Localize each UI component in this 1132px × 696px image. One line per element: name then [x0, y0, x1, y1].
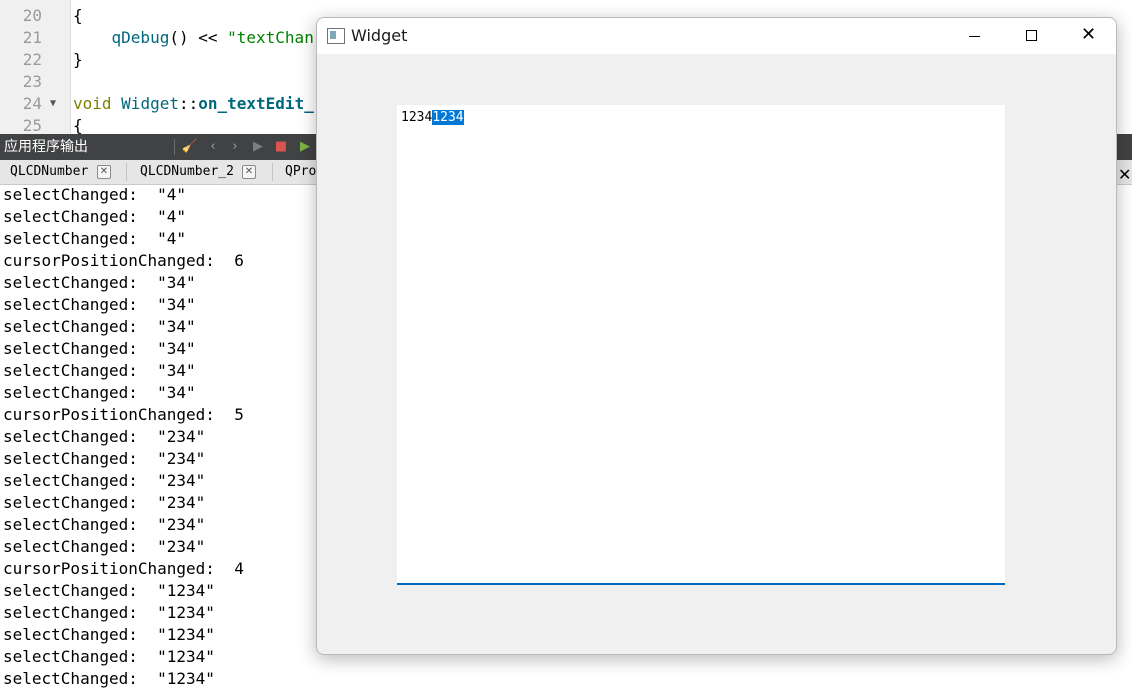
code-text: void Widget::on_textEdit_	[73, 93, 314, 115]
code-token: ::	[178, 94, 199, 113]
text-edit[interactable]: 12341234	[397, 105, 1005, 585]
line-number: 23	[22, 72, 42, 91]
code-token: void	[73, 94, 112, 113]
log-line: selectChanged: "1234"	[3, 647, 215, 666]
code-token: {	[73, 116, 83, 134]
output-pane-title: 应用程序输出	[4, 139, 88, 155]
log-line: selectChanged: "1234"	[3, 625, 215, 644]
close-icon[interactable]: ✕	[1118, 165, 1131, 184]
rerun-icon[interactable]: ▶	[296, 137, 314, 157]
log-line: selectChanged: "234"	[3, 449, 206, 468]
text-edit-selection: 1234	[432, 110, 464, 125]
code-text: }	[73, 49, 83, 71]
window-app-icon	[327, 28, 345, 44]
toolbar-separator	[174, 139, 175, 155]
log-line: cursorPositionChanged: 6	[3, 251, 244, 270]
log-line: selectChanged: "34"	[3, 273, 196, 292]
log-line: selectChanged: "4"	[3, 207, 187, 226]
tab-divider	[126, 163, 127, 181]
code-text: {	[73, 115, 83, 134]
window-titlebar[interactable]: Widget ✕	[317, 18, 1116, 54]
line-number: 25	[22, 116, 42, 134]
tab-qlcdnumber-2[interactable]: QLCDNumber_2 ✕	[130, 160, 270, 184]
window-title: Widget	[351, 26, 408, 45]
tab-qlcdnumber[interactable]: QLCDNumber ✕	[0, 160, 126, 184]
minimize-icon	[969, 36, 980, 37]
line-number: 22	[22, 50, 42, 69]
previous-item-icon[interactable]: ‹	[204, 137, 222, 157]
log-line: selectChanged: "1234"	[3, 581, 215, 600]
code-token: Widget	[121, 94, 179, 113]
close-icon[interactable]: ✕	[242, 165, 256, 179]
log-line: selectChanged: "34"	[3, 339, 196, 358]
code-token: }	[73, 50, 83, 69]
log-line: cursorPositionChanged: 4	[3, 559, 244, 578]
line-number: 21	[22, 28, 42, 47]
text-edit-content[interactable]: 12341234	[401, 109, 464, 126]
maximize-button[interactable]	[1002, 18, 1060, 54]
log-line: selectChanged: "34"	[3, 295, 196, 314]
code-text: {	[73, 5, 83, 27]
minimize-button[interactable]	[945, 18, 1003, 54]
close-icon[interactable]: ✕	[97, 165, 111, 179]
tab-divider	[272, 163, 273, 181]
code-token: () <<	[169, 28, 228, 47]
log-line: selectChanged: "1234"	[3, 669, 215, 688]
close-icon: ✕	[1081, 24, 1097, 45]
log-line: selectChanged: "34"	[3, 383, 196, 402]
run-icon[interactable]: ▶	[249, 137, 267, 157]
log-line: cursorPositionChanged: 5	[3, 405, 244, 424]
log-line: selectChanged: "234"	[3, 515, 206, 534]
log-line: selectChanged: "234"	[3, 471, 206, 490]
log-line: selectChanged: "4"	[3, 229, 187, 248]
log-line: selectChanged: "234"	[3, 537, 206, 556]
text-edit-plain-text: 1234	[401, 110, 433, 125]
code-token: on_textEdit_	[198, 94, 314, 113]
line-number: 20	[22, 6, 42, 25]
fold-marker-icon[interactable]: ▼	[50, 93, 56, 115]
next-item-icon[interactable]: ›	[226, 137, 244, 157]
code-token: qDebug	[111, 28, 170, 47]
widget-window[interactable]: Widget ✕ 12341234	[316, 17, 1117, 655]
log-line: selectChanged: "4"	[3, 185, 187, 204]
code-text: qDebug() << "textChan	[73, 27, 314, 49]
line-number: 24	[22, 94, 42, 113]
log-line: selectChanged: "234"	[3, 493, 206, 512]
log-line: selectChanged: "34"	[3, 317, 196, 336]
tab-label: QLCDNumber	[10, 164, 89, 179]
close-button[interactable]: ✕	[1059, 18, 1116, 54]
log-line: selectChanged: "34"	[3, 361, 196, 380]
maximize-icon	[1026, 30, 1037, 41]
tab-label: QLCDNumber_2	[140, 164, 234, 179]
clear-output-icon[interactable]: 🧹	[181, 137, 199, 157]
log-line: selectChanged: "1234"	[3, 603, 215, 622]
log-line: selectChanged: "234"	[3, 427, 206, 446]
code-token: "textChan	[227, 28, 314, 47]
code-token: {	[73, 6, 83, 25]
stop-icon[interactable]: ■	[272, 137, 290, 157]
